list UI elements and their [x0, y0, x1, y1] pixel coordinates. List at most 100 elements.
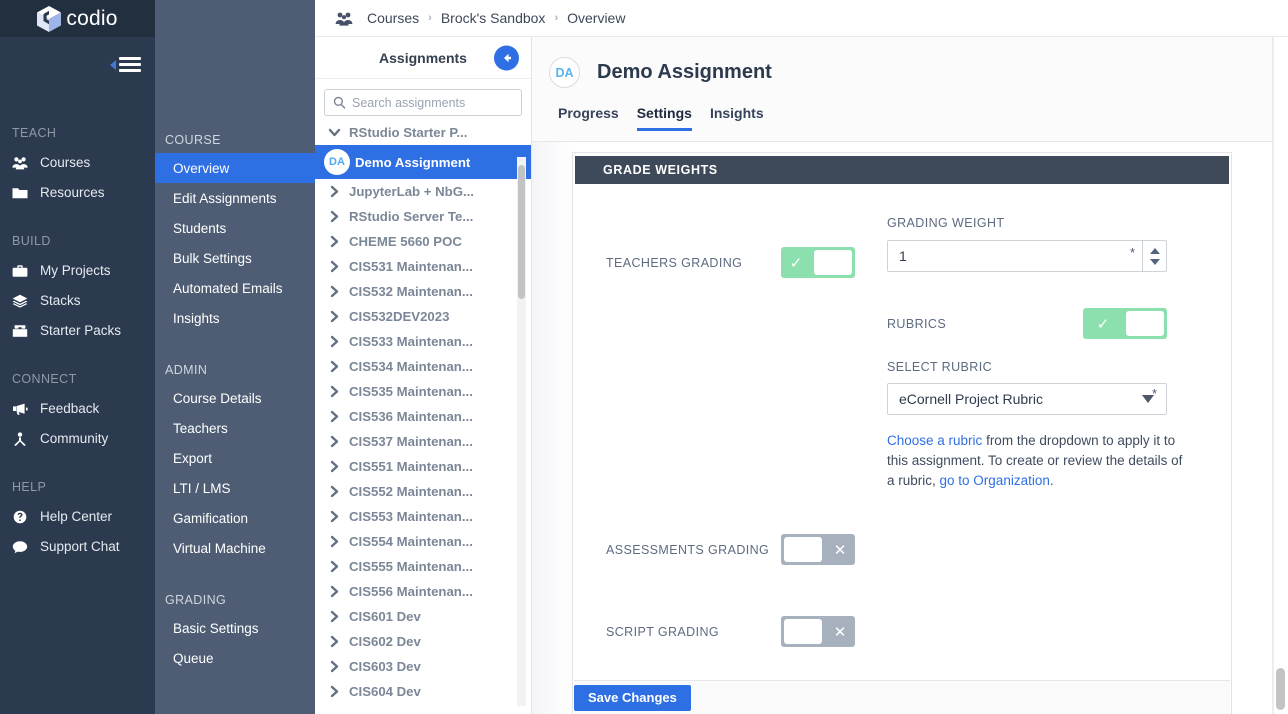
chevron-right-icon [319, 210, 349, 223]
assessments-grading-label: ASSESSMENTS GRADING [606, 542, 770, 557]
assignment-item[interactable]: CIS536 Maintenan... [315, 404, 531, 429]
sidebar-item-courses[interactable]: Courses [0, 148, 155, 178]
course-nav-item-course-details[interactable]: Course Details [155, 383, 315, 413]
course-nav-item-gamification[interactable]: Gamification [155, 503, 315, 533]
assignment-item-label: CHEME 5660 POC [349, 234, 462, 249]
assignment-item-label: CIS534 Maintenan... [349, 359, 473, 374]
breadcrumb-separator: › [554, 12, 559, 24]
search-input[interactable] [352, 95, 521, 110]
sidebar-item-starter-packs[interactable]: Starter Packs [0, 316, 155, 346]
sidebar-item-resources[interactable]: Resources [0, 178, 155, 208]
breadcrumb-item-courses[interactable]: Courses [367, 10, 419, 26]
assignment-item[interactable]: CIS554 Maintenan... [315, 529, 531, 554]
assignment-item[interactable]: CIS532DEV2023 [315, 304, 531, 329]
script-grading-toggle[interactable]: ✕ [781, 616, 855, 647]
sidebar-item-label: Stacks [40, 293, 81, 309]
caret-up-icon[interactable] [1149, 247, 1160, 254]
tab-progress[interactable]: Progress [549, 105, 628, 131]
assignment-item[interactable]: CHEME 5660 POC [315, 229, 531, 254]
sidebar-item-feedback[interactable]: Feedback [0, 394, 155, 424]
save-button[interactable]: Save Changes [574, 684, 691, 711]
assignment-item-selected[interactable]: DA Demo Assignment [315, 145, 531, 179]
search-box[interactable] [324, 89, 522, 116]
assignment-item[interactable]: CIS537 Maintenan... [315, 429, 531, 454]
course-nav-item-automated-emails[interactable]: Automated Emails [155, 273, 315, 303]
assignments-list[interactable]: RStudio Starter P... DA Demo Assignment Jup… [315, 120, 531, 714]
breadcrumb-item-overview[interactable]: Overview [567, 10, 625, 26]
assignment-item[interactable]: CIS553 Maintenan... [315, 504, 531, 529]
rubric-help-text: Choose a rubric from the dropdown to app… [887, 431, 1187, 491]
script-grading-row: SCRIPT GRADING ✕ [606, 616, 855, 647]
sidebar-item-community[interactable]: Community [0, 424, 155, 454]
sidebar-item-support-chat[interactable]: Support Chat [0, 532, 155, 562]
course-nav-item-bulk-settings[interactable]: Bulk Settings [155, 243, 315, 273]
assignment-item[interactable]: CIS604 Dev [315, 679, 531, 704]
assignment-header: DA Demo Assignment Progress Settings Insig… [532, 37, 1288, 142]
assignment-item[interactable]: CIS602 Dev [315, 629, 531, 654]
assignment-item[interactable]: CIS534 Maintenan... [315, 354, 531, 379]
assignment-item[interactable]: CIS601 Dev [315, 604, 531, 629]
course-nav-item-queue[interactable]: Queue [155, 643, 315, 673]
go-to-organization-link[interactable]: go to Organization [940, 473, 1050, 488]
assignment-item[interactable]: CIS552 Maintenan... [315, 479, 531, 504]
course-nav-item-virtual-machine[interactable]: Virtual Machine [155, 533, 315, 563]
assignment-item[interactable]: CIS533 Maintenan... [315, 329, 531, 354]
assignment-item-label: CIS602 Dev [349, 634, 421, 649]
assignment-item[interactable]: CIS532 Maintenan... [315, 279, 531, 304]
assignment-item[interactable]: RStudio Starter P... [315, 120, 531, 145]
course-nav-item-edit-assignments[interactable]: Edit Assignments [155, 183, 315, 213]
assignment-item[interactable]: JupyterLab + NbG... [315, 179, 531, 204]
assignment-item-label: CIS551 Maintenan... [349, 459, 473, 474]
chevron-right-icon [319, 410, 349, 423]
caret-down-icon[interactable] [1149, 258, 1160, 265]
codio-logo[interactable]: codio [0, 0, 155, 37]
sidebar-item-stacks[interactable]: Stacks [0, 286, 155, 316]
course-nav-item-teachers[interactable]: Teachers [155, 413, 315, 443]
grading-weight-stepper[interactable]: 1 * [887, 240, 1167, 272]
grade-weights-title: GRADE WEIGHTS [575, 156, 1229, 184]
assignment-avatar-initials: DA [324, 149, 350, 175]
chevron-right-icon [319, 260, 349, 273]
course-nav-item-lti-lms[interactable]: LTI / LMS [155, 473, 315, 503]
sidebar-item-help-center[interactable]: Help Center [0, 502, 155, 532]
assignment-item-label: CIS603 Dev [349, 659, 421, 674]
arrow-left-circle-icon[interactable] [494, 45, 519, 70]
assignment-item[interactable]: CIS603 Dev [315, 654, 531, 679]
assignment-item[interactable]: CIS551 Maintenan... [315, 454, 531, 479]
select-rubric-dropdown[interactable]: eCornell Project Rubric * [887, 383, 1167, 415]
assignment-item[interactable]: RStudio Server Te... [315, 204, 531, 229]
page-scrollbar-track[interactable] [1273, 37, 1288, 714]
teachers-grading-label: TEACHERS GRADING [606, 255, 743, 270]
sidebar-item-my-projects[interactable]: My Projects [0, 256, 155, 286]
page-title: Demo Assignment [597, 61, 772, 83]
course-nav-item-overview[interactable]: Overview [155, 153, 315, 183]
tab-settings[interactable]: Settings [628, 105, 701, 131]
course-nav-item-students[interactable]: Students [155, 213, 315, 243]
teachers-grading-toggle[interactable]: ✓ [781, 247, 855, 278]
assignment-item[interactable]: CIS556 Maintenan... [315, 579, 531, 604]
close-icon: ✕ [833, 541, 847, 559]
assignments-scrollbar-thumb[interactable] [518, 165, 525, 299]
assignment-item-label: CIS554 Maintenan... [349, 534, 473, 549]
choose-a-rubric-link[interactable]: Choose a rubric [887, 433, 982, 448]
course-nav-item-insights[interactable]: Insights [155, 303, 315, 333]
assessments-grading-toggle[interactable]: ✕ [781, 534, 855, 565]
course-nav-item-basic-settings[interactable]: Basic Settings [155, 613, 315, 643]
check-icon: ✓ [789, 254, 803, 272]
rail-group-label-build: BUILD [12, 234, 51, 248]
assignment-item[interactable]: CIS535 Maintenan... [315, 379, 531, 404]
assignment-item[interactable]: CIS555 Maintenan... [315, 554, 531, 579]
grading-weight-value[interactable]: 1 * [888, 241, 1142, 271]
breadcrumb-item-course[interactable]: Brock's Sandbox [441, 10, 546, 26]
stepper-arrows[interactable] [1142, 241, 1166, 271]
toggle-knob [1126, 311, 1164, 336]
grade-weights-footer: Save Changes [574, 680, 1230, 714]
page-scrollbar-thumb[interactable] [1276, 668, 1285, 710]
sidebar-collapse-toggle[interactable] [0, 37, 155, 92]
assignment-item-label: RStudio Starter P... [349, 125, 468, 140]
rubrics-toggle[interactable]: ✓ [1083, 308, 1167, 339]
tab-insights[interactable]: Insights [701, 105, 773, 131]
course-nav-item-export[interactable]: Export [155, 443, 315, 473]
assignment-item[interactable]: CIS531 Maintenan... [315, 254, 531, 279]
select-rubric-value: eCornell Project Rubric [899, 391, 1043, 407]
